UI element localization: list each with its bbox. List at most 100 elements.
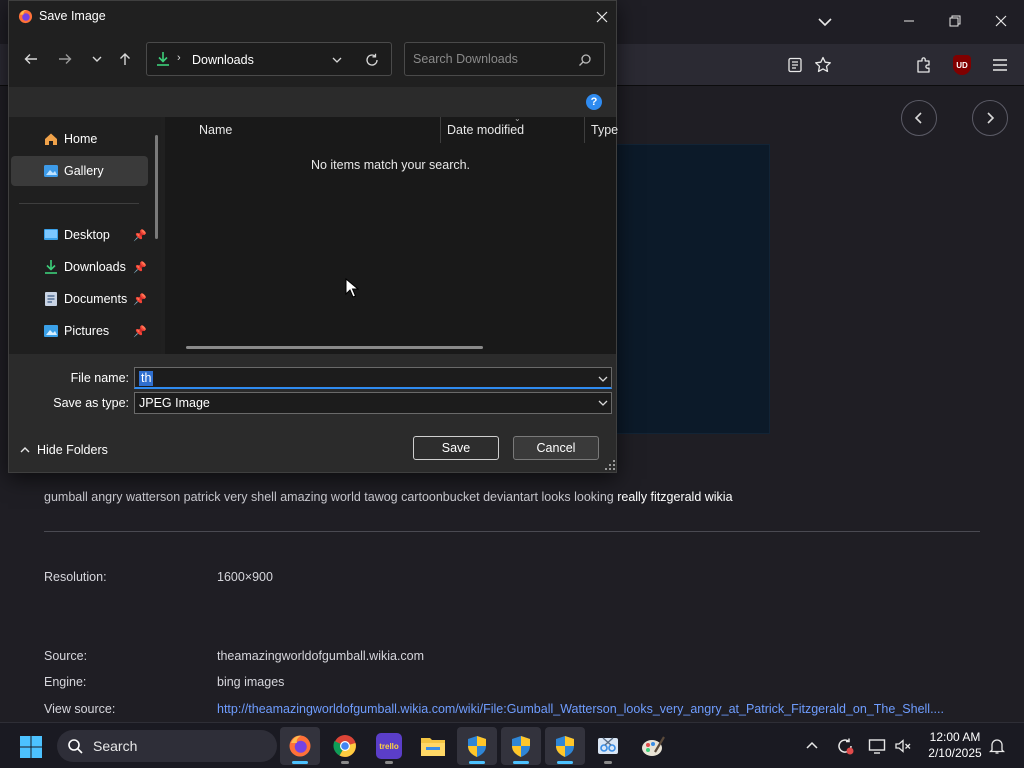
next-image-button[interactable]	[972, 100, 1008, 136]
taskbar-paint[interactable]	[633, 727, 673, 765]
display-tray-icon-button[interactable]	[866, 735, 888, 757]
address-history-button[interactable]	[329, 52, 345, 68]
address-bar[interactable]: › Downloads	[146, 42, 392, 76]
dialog-footer: File name: th Save as type: JPEG Image H…	[9, 354, 616, 472]
column-header-type[interactable]: Type	[591, 123, 618, 137]
running-indicator	[604, 761, 612, 764]
windows-start-icon[interactable]	[17, 733, 45, 761]
shield-icon	[556, 736, 574, 757]
taskbar-chrome[interactable]	[325, 727, 365, 765]
hide-folders-toggle[interactable]: Hide Folders	[19, 440, 108, 460]
running-indicator	[469, 761, 485, 764]
dialog-command-bar: ?	[9, 87, 616, 117]
image-preview[interactable]	[600, 144, 770, 434]
taskbar-security-app-1[interactable]	[457, 727, 497, 765]
search-input[interactable]	[413, 52, 573, 66]
navigation-scrollbar[interactable]	[155, 135, 158, 239]
pin-icon: 📌	[133, 325, 147, 338]
nav-item-documents[interactable]: Documents 📌	[11, 284, 148, 314]
chevron-down-icon	[598, 400, 608, 406]
column-header-date-modified[interactable]: Date modified	[447, 123, 524, 137]
taskbar-firefox[interactable]	[280, 727, 320, 765]
reader-view-button[interactable]	[781, 51, 809, 79]
desktop-folder-icon	[42, 227, 60, 243]
save-as-type-dropdown-button[interactable]	[597, 397, 609, 409]
refresh-button[interactable]	[363, 51, 381, 69]
pictures-folder-icon	[42, 323, 60, 339]
hide-folders-label: Hide Folders	[37, 443, 108, 457]
column-header-name[interactable]: Name	[199, 123, 232, 137]
downloads-folder-icon	[42, 259, 60, 275]
clock-date: 2/10/2025	[928, 746, 982, 760]
taskbar-security-app-3[interactable]	[545, 727, 585, 765]
horizontal-scrollbar[interactable]	[186, 346, 483, 349]
extensions-button[interactable]	[910, 51, 938, 79]
nav-item-desktop[interactable]: Desktop 📌	[11, 220, 148, 250]
bell-icon	[989, 739, 1005, 754]
back-button[interactable]	[19, 47, 43, 71]
navigation-pane: Home Gallery Desktop 📌 Downloads 📌 Docum…	[9, 117, 161, 354]
file-name-dropdown-button[interactable]	[597, 373, 609, 385]
running-indicator	[341, 761, 349, 764]
show-hidden-icons-button[interactable]	[801, 735, 823, 757]
taskbar-file-explorer[interactable]	[413, 727, 453, 765]
file-name-field[interactable]: th	[134, 367, 612, 389]
sync-tray-icon-button[interactable]	[834, 735, 856, 757]
nav-item-downloads[interactable]: Downloads 📌	[11, 252, 148, 282]
column-separator[interactable]	[440, 117, 441, 143]
firefox-icon	[18, 9, 33, 24]
nav-item-home[interactable]: Home	[11, 124, 148, 154]
forward-button[interactable]	[53, 47, 77, 71]
chevron-down-icon	[818, 18, 832, 27]
browser-close-button[interactable]	[978, 6, 1024, 36]
restore-button[interactable]	[932, 6, 978, 36]
search-box[interactable]	[404, 42, 605, 76]
nav-item-label: Home	[64, 132, 98, 146]
save-button[interactable]: Save	[413, 436, 499, 460]
ublock-extension-button[interactable]: UD	[948, 51, 976, 79]
mouse-cursor-icon	[345, 278, 359, 298]
running-indicator	[513, 761, 529, 764]
nav-item-pictures[interactable]: Pictures 📌	[11, 316, 148, 346]
resize-grip-icon[interactable]	[605, 460, 615, 470]
bookmark-star-button[interactable]	[809, 51, 837, 79]
save-as-type-value: JPEG Image	[139, 396, 210, 410]
minimize-button[interactable]	[886, 6, 932, 36]
nav-item-label: Documents	[64, 292, 128, 306]
star-icon	[815, 56, 831, 73]
restore-icon	[949, 15, 961, 27]
notifications-button[interactable]	[986, 735, 1008, 757]
taskbar-security-app-2[interactable]	[501, 727, 541, 765]
help-button[interactable]: ?	[586, 94, 602, 110]
source-value: theamazingworldofgumball.wikia.com	[217, 649, 425, 663]
nav-item-label: Downloads	[64, 260, 126, 274]
file-explorer-icon	[421, 738, 445, 756]
app-menu-button[interactable]	[986, 51, 1014, 79]
up-folder-button[interactable]	[113, 47, 137, 71]
taskbar-search-box[interactable]: Search	[57, 730, 277, 762]
system-clock[interactable]: 12:00 AM 2/10/2025	[924, 729, 986, 761]
cancel-button[interactable]: Cancel	[513, 436, 599, 460]
hamburger-menu-icon	[993, 59, 1007, 71]
taskbar-snipping-tool[interactable]	[588, 727, 628, 765]
list-all-tabs-button[interactable]	[812, 10, 838, 34]
taskbar-trello[interactable]: trello	[369, 727, 409, 765]
volume-tray-button[interactable]	[892, 735, 914, 757]
minimize-icon	[904, 20, 914, 22]
pin-icon: 📌	[133, 293, 147, 306]
previous-image-button[interactable]	[901, 100, 937, 136]
dialog-close-button[interactable]	[587, 5, 617, 29]
view-source-link[interactable]: http://theamazingworldofgumball.wikia.co…	[217, 702, 975, 716]
address-breadcrumb[interactable]: Downloads	[192, 53, 254, 67]
dialog-navigation-bar: › Downloads	[9, 33, 616, 87]
divider	[44, 531, 980, 532]
file-name-input-text[interactable]: th	[139, 371, 154, 386]
nav-item-gallery[interactable]: Gallery	[11, 156, 148, 186]
trello-icon: trello	[376, 733, 402, 759]
save-as-type-select[interactable]: JPEG Image	[134, 392, 612, 414]
search-icon	[577, 52, 593, 68]
column-separator[interactable]	[584, 117, 585, 143]
close-icon	[995, 15, 1007, 27]
nav-item-label: Gallery	[64, 164, 104, 178]
recent-locations-button[interactable]	[85, 47, 109, 71]
